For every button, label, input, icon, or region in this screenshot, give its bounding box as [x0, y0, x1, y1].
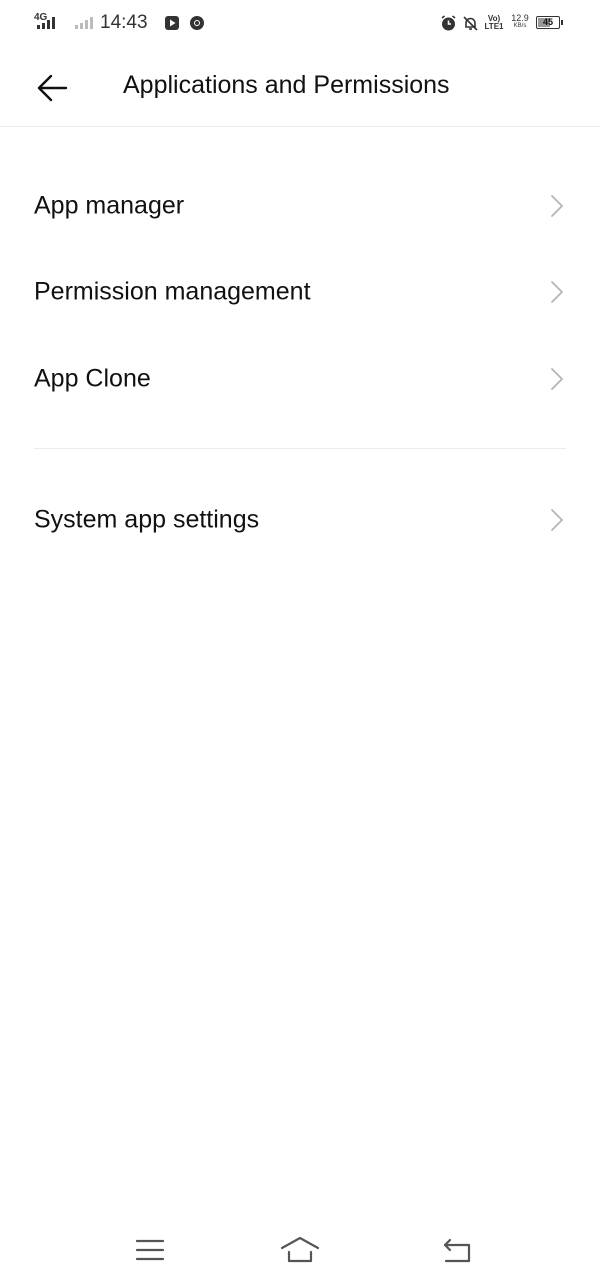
- volte-indicator: Vo) LTE1: [484, 14, 504, 31]
- battery-icon: 45: [536, 16, 563, 29]
- menu-item-label: App Clone: [34, 364, 151, 393]
- navigation-bar: [0, 1214, 600, 1286]
- menu-item-system-app-settings[interactable]: System app settings: [0, 477, 600, 563]
- signal-weak-icon: [75, 15, 93, 29]
- menu-item-permission-management[interactable]: Permission management: [0, 249, 600, 335]
- signal-icon: [37, 15, 55, 29]
- chevron-right-icon: [551, 195, 563, 217]
- menu-item-label: System app settings: [34, 505, 260, 534]
- header: Applications and Permissions: [0, 46, 600, 127]
- chrome-icon: [190, 16, 204, 30]
- section-divider: [34, 448, 566, 449]
- battery-level: 45: [542, 17, 553, 27]
- bell-off-icon: [463, 16, 478, 31]
- chevron-right-icon: [551, 281, 563, 303]
- menu-item-label: Permission management: [34, 277, 311, 306]
- clock: 14:43: [100, 12, 148, 33]
- youtube-icon: [165, 16, 179, 30]
- menu-item-label: App manager: [34, 191, 185, 220]
- alarm-icon: [441, 15, 456, 31]
- back-icon[interactable]: [436, 1230, 480, 1270]
- chevron-right-icon: [551, 509, 563, 531]
- chevron-right-icon: [551, 368, 563, 390]
- arrow-left-icon[interactable]: [34, 70, 74, 106]
- menu-item-app-clone[interactable]: App Clone: [0, 336, 600, 422]
- status-bar: 4G 14:43 Vo) LTE1 12.9 KB/s 45: [0, 0, 600, 46]
- home-icon[interactable]: [278, 1230, 322, 1270]
- menu-item-app-manager[interactable]: App manager: [0, 163, 600, 249]
- network-speed: 12.9 KB/s: [511, 13, 529, 30]
- menu-icon[interactable]: [128, 1230, 172, 1270]
- page-title: Applications and Permissions: [123, 71, 450, 99]
